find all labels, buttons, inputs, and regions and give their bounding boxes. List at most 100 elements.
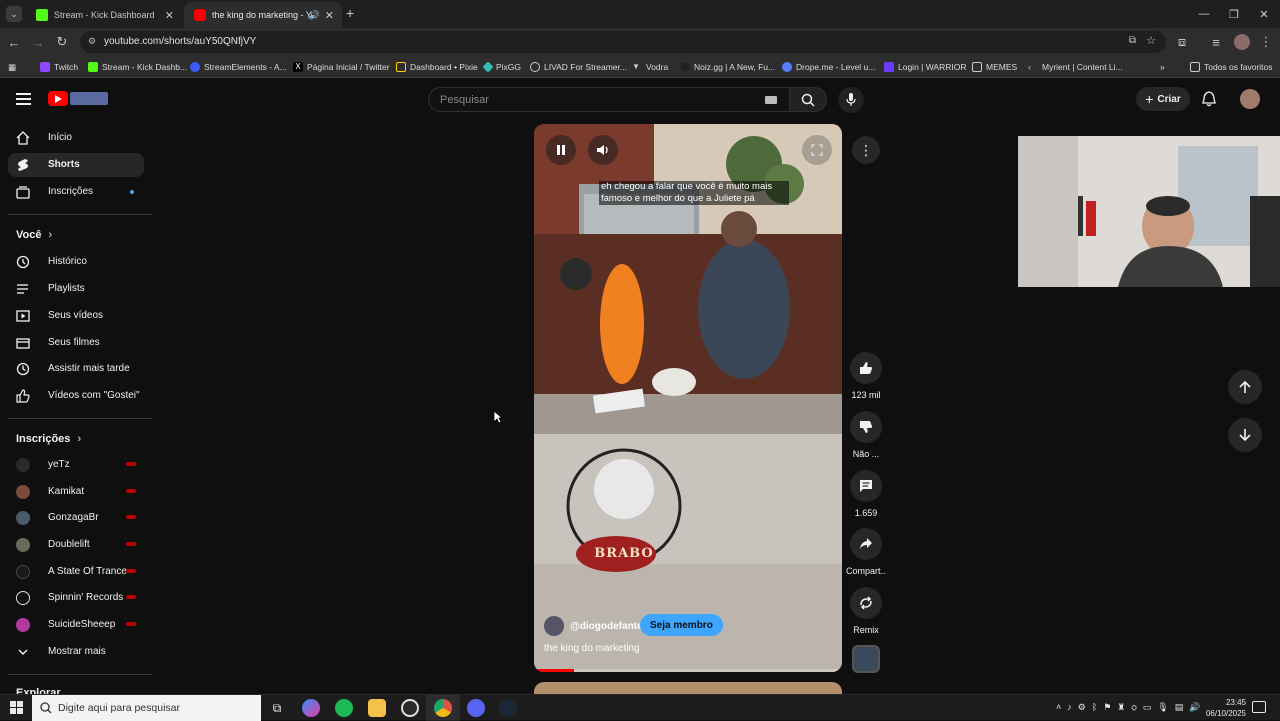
sound-thumbnail[interactable] (852, 645, 880, 673)
pixgg-icon (482, 61, 494, 73)
search-input[interactable]: Pesquisar (428, 87, 790, 112)
copilot-icon[interactable] (302, 699, 320, 717)
more-bookmarks-icon[interactable]: » (1160, 61, 1165, 73)
sidebar-item-history[interactable]: Histórico (8, 250, 144, 274)
close-window-button[interactable]: ✕ (1246, 0, 1280, 28)
create-button[interactable]: + Criar (1136, 87, 1190, 111)
sidebar-item-shorts[interactable]: Shorts (8, 153, 144, 177)
channel-link[interactable]: @diogodefante (544, 616, 643, 636)
close-icon[interactable]: ✕ (325, 9, 334, 22)
install-icon[interactable]: ⧉ (1129, 35, 1136, 46)
youtube-logo[interactable] (48, 91, 108, 106)
speaker-icon[interactable]: 🔊 (309, 10, 320, 21)
subscription-item[interactable]: Kamikat (8, 480, 144, 504)
subscription-item[interactable]: GonzagaBr (8, 506, 144, 530)
sidebar-item-your-videos[interactable]: Seus vídeos (8, 304, 144, 328)
subscriptions-section-header[interactable]: Inscrições › (16, 433, 81, 445)
address-bar[interactable]: ⚙ youtube.com/shorts/auY50QNfjVY ⧉ ☆ (80, 31, 1166, 53)
volume-button[interactable] (588, 135, 618, 165)
system-tray[interactable]: ˄♪⚙ᛒ⚑♜⛭▭🎙▤🔊 (1056, 702, 1206, 713)
spotify-icon[interactable] (335, 699, 353, 717)
forward-icon[interactable]: → (30, 34, 46, 50)
notifications-button[interactable] (1202, 91, 1216, 107)
show-more-button[interactable]: Mostrar mais (8, 640, 144, 664)
apps-icon[interactable]: ▦ (8, 61, 16, 73)
subscription-item[interactable]: A State Of Trance (8, 560, 144, 584)
next-short-button[interactable] (1228, 418, 1262, 452)
steam-icon[interactable] (499, 699, 517, 717)
bookmark-twitter[interactable]: X Página Inicial / Twitter (293, 61, 390, 73)
bookmark-livad[interactable]: LIVAD For Streamer... (530, 61, 627, 73)
notifications-icon[interactable] (1252, 701, 1266, 713)
more-options-button[interactable]: ⋮ (852, 136, 880, 164)
video-progress-bar[interactable] (534, 669, 842, 672)
shorts-video-player[interactable]: eh chegou a falar que você é muito mais … (534, 124, 842, 672)
bookmark-all[interactable]: Todos os favoritos (1190, 61, 1273, 73)
hamburger-menu-icon[interactable] (16, 93, 31, 105)
bookmark-pixgg[interactable]: PixGG (482, 61, 521, 73)
subscription-item[interactable]: yeTz (8, 453, 144, 477)
bookmark-drope[interactable]: Drope.me - Level u... (782, 61, 875, 73)
discord-icon[interactable] (467, 699, 485, 717)
bookmark-noiz[interactable]: Noiz.gg | A New, Fu... (680, 61, 775, 73)
streamelements-icon (190, 62, 200, 72)
channel-avatar (16, 618, 30, 632)
remix-button[interactable]: Remix (846, 587, 886, 635)
subscription-item[interactable]: Spinnin' Records (8, 586, 144, 610)
bookmark-streamelements[interactable]: StreamElements - A... (190, 61, 287, 73)
bookmark-pixie[interactable]: Dashboard • Pixie (396, 61, 478, 73)
bookmark-star-icon[interactable]: ☆ (1146, 34, 1156, 47)
profile-avatar[interactable] (1234, 34, 1250, 50)
live-icon (126, 569, 136, 573)
search-button[interactable] (789, 87, 827, 112)
comments-button[interactable]: 1.659 (846, 470, 886, 518)
reload-icon[interactable]: ↻ (54, 34, 70, 50)
obs-icon[interactable] (401, 699, 419, 717)
subscription-item[interactable]: Doublelift (8, 533, 144, 557)
short-title[interactable]: the king do marketing (544, 643, 640, 654)
home-icon (16, 131, 30, 145)
browser-tab-kick[interactable]: Stream - Kick Dashboard ✕ (26, 2, 182, 28)
channel-avatar (544, 616, 564, 636)
pause-button[interactable] (546, 135, 576, 165)
system-clock[interactable]: 23:45 06/10/2025 (1206, 697, 1246, 719)
fullscreen-button[interactable] (802, 135, 832, 165)
sidebar-item-home[interactable]: Início (8, 126, 144, 150)
menu-icon[interactable]: ⋮ (1258, 34, 1274, 50)
sidebar-item-subscriptions[interactable]: Inscrições (8, 180, 144, 204)
bookmark-myrient[interactable]: ‹ Myrient | Content Li... (1028, 61, 1123, 73)
dislike-button[interactable]: Não ... (846, 411, 886, 459)
site-info-icon[interactable]: ⚙ (88, 36, 96, 47)
back-icon[interactable]: ← (6, 34, 22, 50)
like-button[interactable]: 123 mil (846, 352, 886, 400)
extensions-icon[interactable]: ⧈ (1174, 34, 1190, 50)
tab-search-button[interactable]: ⌄ (6, 6, 22, 22)
bookmark-memes[interactable]: MEMES (972, 61, 1017, 73)
join-button[interactable]: Seja membro (640, 614, 723, 636)
bookmark-kick[interactable]: Stream - Kick Dashb... (88, 61, 187, 73)
you-section-header[interactable]: Você › (16, 229, 52, 241)
bookmark-vodra[interactable]: ▼ Vodra (632, 61, 668, 73)
subscription-item[interactable]: SuicideSheeep (8, 613, 144, 637)
media-icon[interactable]: ≡ (1208, 34, 1224, 50)
bookmark-twitch[interactable]: Twitch (40, 61, 78, 73)
browser-tab-youtube[interactable]: the king do marketing - Yo 🔊 ✕ (184, 2, 342, 28)
sidebar-item-liked-videos[interactable]: Vídeos com "Gostei" (8, 384, 144, 408)
sidebar-item-your-movies[interactable]: Seus filmes (8, 331, 144, 355)
bookmark-warrior[interactable]: Login | WARRIOR (884, 61, 967, 73)
previous-short-button[interactable] (1228, 370, 1262, 404)
channel-avatar (16, 538, 30, 552)
next-short-preview[interactable] (534, 682, 842, 694)
share-button[interactable]: Compart... (846, 528, 886, 576)
keyboard-icon[interactable] (765, 96, 777, 104)
file-explorer-icon[interactable] (368, 699, 386, 717)
taskbar-search[interactable]: Digite aqui para pesquisar (32, 695, 261, 721)
new-tab-button[interactable]: + (346, 5, 354, 21)
start-button[interactable] (10, 701, 23, 714)
sidebar-item-watch-later[interactable]: Assistir mais tarde (8, 357, 144, 381)
sidebar-item-playlists[interactable]: Playlists (8, 277, 144, 301)
account-avatar[interactable] (1240, 89, 1260, 109)
task-view-icon[interactable]: ⧉ (268, 699, 286, 717)
voice-search-button[interactable] (838, 87, 864, 113)
close-icon[interactable]: ✕ (165, 9, 174, 22)
